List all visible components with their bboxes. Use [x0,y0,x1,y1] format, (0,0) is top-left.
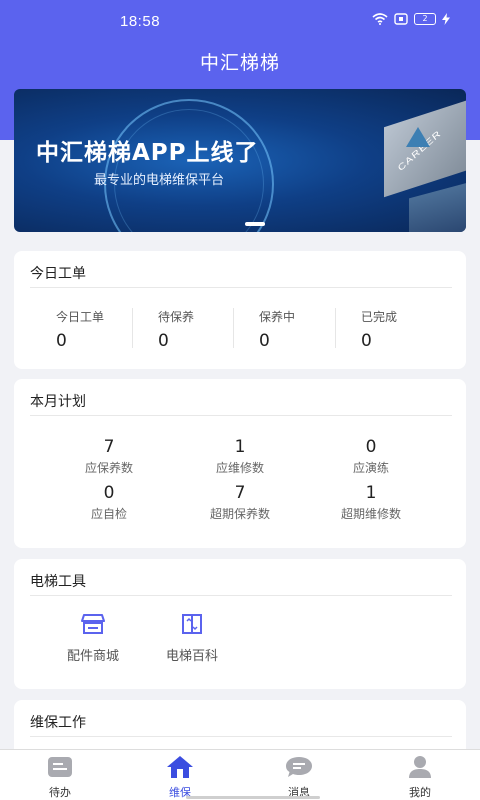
today-orders-title: 今日工单 [30,266,86,282]
tab-label: 待办 [49,786,71,799]
triangle-logo-decoration [406,127,430,147]
plan-label: 超期维修数 [340,507,401,521]
divider [30,415,452,416]
home-indicator [186,796,320,799]
store-icon [81,614,105,634]
tab-maintenance[interactable]: 维保 [150,754,210,800]
screen-record-icon [394,13,408,25]
battery-icon: 2 [414,13,436,25]
stat-today-orders[interactable]: 今日工单 0 [56,308,156,351]
plan-value: 7 [103,437,115,457]
stat-label: 已完成 [361,310,398,324]
maintenance-work-title: 维保工作 [30,715,86,731]
page-title: 中汇梯梯 [199,52,280,74]
stat-value: 0 [56,331,67,351]
stat-label: 保养中 [259,310,296,324]
tab-profile[interactable]: 我的 [390,754,450,800]
monthly-plan-card: 本月计划 7 应保养数 1 应维修数 0 应演练 0 应自检 7 超期保养数 1… [14,379,466,548]
elevator-tools-card: 电梯工具 配件商城 电梯百科 [14,559,466,689]
plan-value: 0 [103,483,115,503]
stat-in-maintenance[interactable]: 保养中 0 [259,308,359,351]
divider [233,308,234,348]
tab-label: 我的 [409,786,431,799]
divider [132,308,133,348]
status-bar: 18:58 2 [0,0,480,42]
plan-label: 超期保养数 [209,507,270,521]
stat-value: 0 [259,331,270,351]
tool-label: 电梯百科 [165,649,218,664]
plan-value: 7 [234,483,246,503]
promo-banner[interactable]: CAREER 中汇梯梯APP上线了 最专业的电梯维保平台 [14,89,466,232]
tool-parts-store[interactable]: 配件商城 [53,613,133,664]
user-icon [409,756,431,778]
plan-value: 1 [365,483,377,503]
divider [335,308,336,348]
stat-label: 今日工单 [56,310,105,324]
banner-headline: 中汇梯梯APP上线了 [36,140,259,166]
plan-should-drill[interactable]: 0 应演练 [306,437,436,476]
todo-icon [48,757,72,777]
plan-self-check[interactable]: 0 应自检 [44,483,174,522]
today-orders-card: 今日工单 今日工单 0 待保养 0 保养中 0 已完成 0 [14,251,466,369]
bottom-tab-bar: 待办 维保 消息 我的 [0,749,480,800]
plan-label: 应维修数 [215,461,264,475]
charging-icon [442,13,450,25]
elevator-icon [182,614,202,634]
banner-subtitle: 最专业的电梯维保平台 [94,173,225,188]
status-icons: 2 [372,13,450,25]
plan-value: 1 [234,437,246,457]
plan-overdue-maintenance[interactable]: 7 超期保养数 [175,483,305,522]
plan-label: 应演练 [352,461,389,475]
stat-value: 0 [158,331,169,351]
divider [30,736,452,737]
stat-completed[interactable]: 已完成 0 [361,308,461,351]
plan-value: 0 [365,437,377,457]
tab-todo[interactable]: 待办 [30,754,90,800]
plan-should-repair[interactable]: 1 应维修数 [175,437,305,476]
building-decoration [409,179,466,232]
plan-label: 应自检 [90,507,127,521]
plan-label: 应保养数 [84,461,133,475]
tab-messages[interactable]: 消息 [269,754,329,800]
stat-label: 待保养 [158,310,195,324]
message-icon [286,757,312,777]
plan-overdue-repair[interactable]: 1 超期维修数 [306,483,436,522]
stat-pending-maintenance[interactable]: 待保养 0 [158,308,258,351]
plan-should-maintain[interactable]: 7 应保养数 [44,437,174,476]
wifi-icon [372,13,388,25]
stat-value: 0 [361,331,372,351]
home-icon [167,756,193,778]
divider [30,595,452,596]
elevator-tools-title: 电梯工具 [30,574,86,590]
tool-label: 配件商城 [66,649,119,664]
monthly-plan-title: 本月计划 [30,394,86,410]
banner-page-indicator[interactable] [245,222,265,226]
tool-elevator-wiki[interactable]: 电梯百科 [152,613,232,664]
divider [30,287,452,288]
status-time: 18:58 [120,13,161,30]
